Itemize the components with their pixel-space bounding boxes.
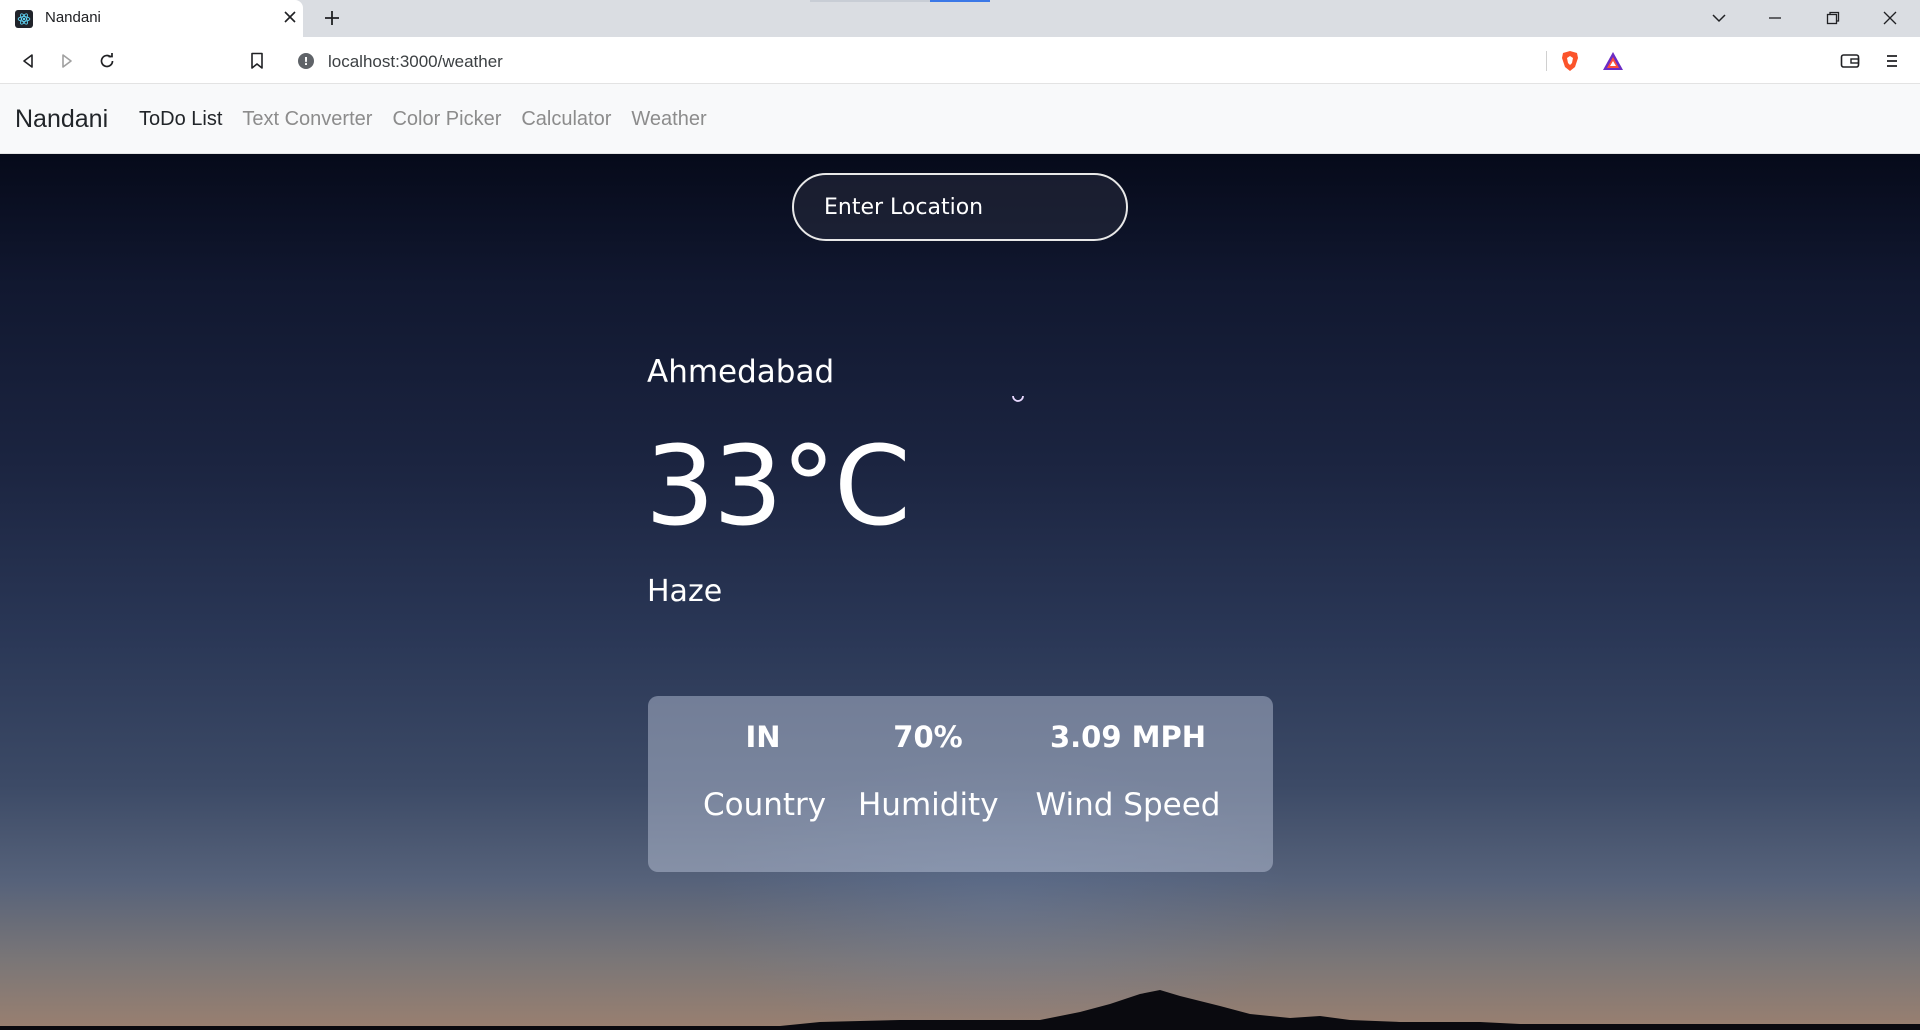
temperature: 33°C (645, 422, 911, 550)
nav-link-todo-list[interactable]: ToDo List (139, 108, 222, 131)
site-info-icon[interactable]: ! (298, 53, 314, 69)
tab-search-chevron-icon[interactable] (1706, 6, 1732, 30)
bookmark-icon[interactable] (243, 47, 271, 75)
wallet-icon[interactable] (1836, 47, 1864, 75)
reload-icon[interactable] (93, 47, 121, 75)
navbar: Nandani ToDo List Text Converter Color P… (0, 84, 1920, 154)
location-input[interactable] (792, 173, 1128, 241)
new-tab-icon[interactable] (320, 6, 344, 30)
nav-links: ToDo List Text Converter Color Picker Ca… (139, 108, 707, 131)
weather-stats-card: IN Country 70% Humidity 3.09 MPH Wind Sp… (648, 696, 1273, 872)
tab-loading-indicator (930, 0, 990, 2)
address-bar[interactable]: ! localhost:3000/weather (286, 44, 1634, 78)
nav-link-weather[interactable]: Weather (631, 108, 706, 131)
nav-link-calculator[interactable]: Calculator (521, 108, 611, 131)
brave-shields-icon[interactable] (1559, 50, 1581, 72)
back-icon[interactable] (14, 47, 42, 75)
forward-icon[interactable] (53, 47, 81, 75)
browser-tab[interactable]: Nandani (0, 0, 303, 37)
stat-humidity-value: 70% (893, 720, 963, 754)
stat-wind-speed-label: Wind Speed (1035, 787, 1221, 823)
browser-toolbar: ! localhost:3000/weather (0, 37, 1920, 84)
stat-humidity-label: Humidity (858, 787, 999, 823)
react-favicon-icon (15, 10, 33, 28)
weather-condition: Haze (647, 574, 723, 609)
navbar-brand[interactable]: Nandani (15, 105, 108, 134)
stat-wind-speed-value: 3.09 MPH (1049, 720, 1207, 754)
menu-icon[interactable] (1878, 47, 1906, 75)
close-window-icon[interactable] (1877, 6, 1903, 30)
restore-icon[interactable] (1820, 6, 1846, 30)
tab-strip: Nandani (0, 0, 1920, 37)
page-viewport: Nandani ToDo List Text Converter Color P… (0, 84, 1920, 1030)
tab-close-icon[interactable] (279, 6, 301, 28)
minimize-icon[interactable] (1762, 6, 1788, 30)
weather-hero: Ahmedabad 33°C Haze IN Country 70% Humid… (0, 154, 1920, 1030)
url-text: localhost:3000/weather (328, 52, 503, 71)
address-bar-divider (1546, 51, 1547, 71)
stat-country-label: Country (703, 787, 827, 823)
stat-country-value: IN (745, 720, 781, 754)
nav-link-text-converter[interactable]: Text Converter (242, 108, 372, 131)
city-name: Ahmedabad (647, 354, 835, 390)
nav-link-color-picker[interactable]: Color Picker (392, 108, 501, 131)
mountain-silhouette (0, 990, 1920, 1030)
brave-rewards-icon[interactable] (1602, 50, 1624, 72)
crescent-moon-icon (1012, 395, 1024, 402)
tab-title: Nandani (45, 9, 101, 26)
